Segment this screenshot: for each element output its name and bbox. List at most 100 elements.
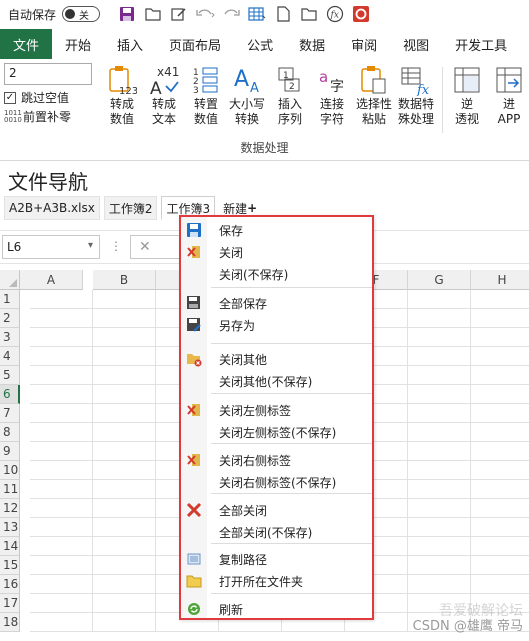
redo-icon[interactable]	[218, 3, 244, 25]
chevron-down-icon[interactable]: ▾	[88, 240, 93, 251]
grid-cell[interactable]	[471, 423, 529, 442]
grid-cell[interactable]	[93, 461, 156, 480]
grid-cell[interactable]	[93, 480, 156, 499]
folder-open-icon[interactable]	[296, 3, 322, 25]
grid-cell[interactable]	[408, 537, 471, 556]
row-header[interactable]: 13	[0, 518, 20, 537]
tab-formulas[interactable]: 公式	[234, 29, 286, 59]
grid-cell[interactable]	[93, 537, 156, 556]
tab-review[interactable]: 审阅	[338, 29, 390, 59]
grid-cell[interactable]	[30, 423, 93, 442]
file-icon[interactable]	[270, 3, 296, 25]
grid-cell[interactable]	[30, 309, 93, 328]
grid-cell[interactable]	[30, 613, 93, 632]
row-header[interactable]: 4	[0, 347, 20, 366]
grid-cell[interactable]	[93, 556, 156, 575]
grid-cell[interactable]	[30, 404, 93, 423]
grid-cell[interactable]	[93, 347, 156, 366]
unpivot-button[interactable]: 逆 透视	[447, 63, 487, 129]
tab-page-layout[interactable]: 页面布局	[156, 29, 234, 59]
number-input[interactable]: 2	[4, 63, 92, 85]
to-number-button[interactable]: 123 转成 数值	[102, 63, 142, 129]
grid-cell[interactable]	[93, 366, 156, 385]
tab-data[interactable]: 数据	[286, 29, 338, 59]
grid-cell[interactable]	[30, 594, 93, 613]
grid-cell[interactable]	[408, 347, 471, 366]
grid-cell[interactable]	[30, 328, 93, 347]
grid-cell[interactable]	[93, 499, 156, 518]
column-header[interactable]: B	[93, 270, 156, 290]
grid-cell[interactable]	[30, 366, 93, 385]
menu-item[interactable]: 关闭右侧标签(不保存)	[181, 471, 372, 493]
menu-item[interactable]: 关闭左侧标签	[181, 399, 372, 421]
insert-sequence-button[interactable]: 12 插入 序列	[270, 63, 310, 129]
menu-item[interactable]: 关闭其他(不保存)	[181, 370, 372, 392]
column-header[interactable]: H	[471, 270, 529, 290]
cancel-button[interactable]: ✕	[130, 235, 180, 259]
grid-cell[interactable]	[30, 442, 93, 461]
row-header[interactable]: 15	[0, 556, 20, 575]
grid-cell[interactable]	[471, 404, 529, 423]
grid-cell[interactable]	[408, 423, 471, 442]
row-header[interactable]: 8	[0, 423, 20, 442]
grid-cell[interactable]	[471, 575, 529, 594]
grid-cell[interactable]	[408, 385, 471, 404]
grid-cell[interactable]	[93, 290, 156, 309]
grid-cell[interactable]	[30, 461, 93, 480]
grid-cell[interactable]	[471, 499, 529, 518]
grid-cell[interactable]	[408, 328, 471, 347]
menu-item[interactable]: 关闭右侧标签	[181, 449, 372, 471]
grid-cell[interactable]	[471, 461, 529, 480]
tab-view[interactable]: 视图	[390, 29, 442, 59]
tab-home[interactable]: 开始	[52, 29, 104, 59]
row-header[interactable]: 12	[0, 499, 20, 518]
row-header[interactable]: 16	[0, 575, 20, 594]
grid-cell[interactable]	[93, 423, 156, 442]
grid-cell[interactable]	[93, 442, 156, 461]
grid-cell[interactable]	[93, 404, 156, 423]
row-header[interactable]: 9	[0, 442, 20, 461]
menu-item[interactable]: 打开所在文件夹	[181, 570, 372, 592]
save-icon[interactable]	[114, 3, 140, 25]
grid-cell[interactable]	[408, 290, 471, 309]
grid-cell[interactable]	[408, 366, 471, 385]
grid-cell[interactable]	[471, 556, 529, 575]
column-header[interactable]: G	[408, 270, 471, 290]
menu-item[interactable]: 全部保存	[181, 292, 372, 314]
menu-item[interactable]: 关闭左侧标签(不保存)	[181, 421, 372, 443]
grid-cell[interactable]	[93, 385, 156, 404]
tab-developer[interactable]: 开发工具	[442, 29, 520, 59]
grid-cell[interactable]	[471, 290, 529, 309]
row-header[interactable]: 5	[0, 366, 20, 385]
grid-cell[interactable]	[471, 480, 529, 499]
grid-cell[interactable]	[93, 575, 156, 594]
file-tab-workbook2[interactable]: 工作簿2	[103, 196, 158, 220]
transpose-button[interactable]: 123 转置 数值	[186, 63, 226, 129]
folder-icon[interactable]	[140, 3, 166, 25]
grid-cell[interactable]	[93, 613, 156, 632]
grid-cell[interactable]	[30, 290, 93, 309]
grid-cell[interactable]	[471, 366, 529, 385]
row-header[interactable]: 3	[0, 328, 20, 347]
grid-cell[interactable]	[93, 518, 156, 537]
grid-cell[interactable]	[408, 518, 471, 537]
grid-cell[interactable]	[408, 461, 471, 480]
undo-icon[interactable]	[192, 3, 218, 25]
grid-cell[interactable]	[408, 480, 471, 499]
grid-cell[interactable]	[30, 480, 93, 499]
grid-cell[interactable]	[408, 404, 471, 423]
app-button[interactable]: 进 APP	[489, 63, 529, 129]
menu-item[interactable]: 全部关闭(不保存)	[181, 521, 372, 543]
case-convert-button[interactable]: AA 大小写 转换	[227, 63, 267, 129]
select-all-corner[interactable]	[0, 270, 20, 290]
name-box[interactable]: L6 ▾	[2, 235, 100, 259]
grid-cell[interactable]	[408, 575, 471, 594]
grid-cell[interactable]	[30, 556, 93, 575]
grid-cell[interactable]	[30, 537, 93, 556]
pre-fill-option[interactable]: 1011 0010 前置补零	[4, 108, 96, 125]
grid-cell[interactable]	[408, 499, 471, 518]
grid-cell[interactable]	[93, 328, 156, 347]
row-header[interactable]: 11	[0, 480, 20, 499]
menu-item[interactable]: 关闭其他	[181, 348, 372, 370]
edit-icon[interactable]	[166, 3, 192, 25]
